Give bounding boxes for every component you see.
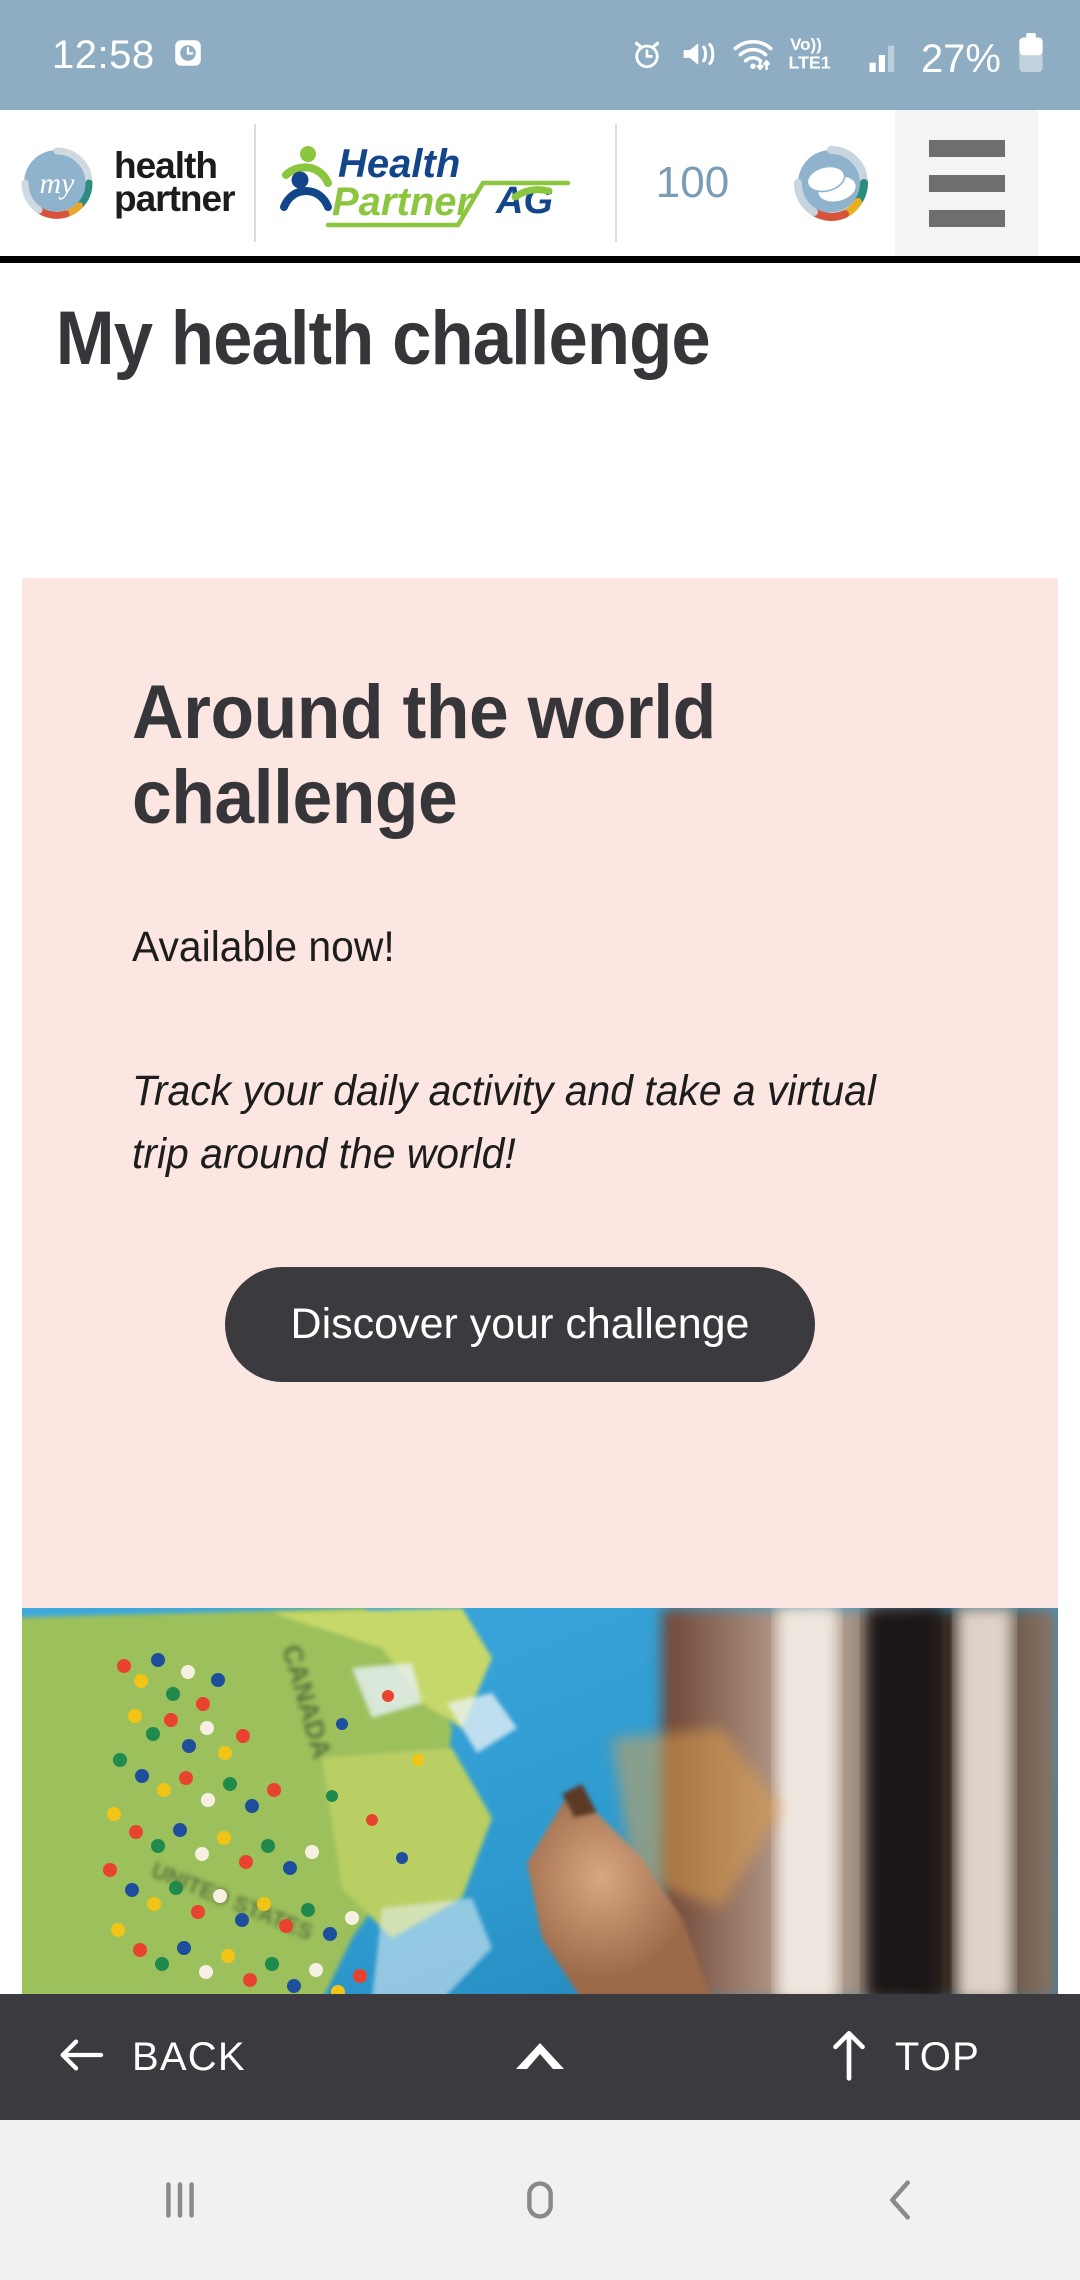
challenge-card-body: Around the world challenge Available now…: [22, 578, 1058, 1383]
toolbar-back-button[interactable]: BACK: [56, 2035, 246, 2080]
world-map-pins-image: CANADA UNITED STATES: [22, 1608, 1058, 2000]
home-icon: [527, 2181, 553, 2219]
status-bar-left: 12:58: [52, 35, 205, 75]
hamburger-bar-2: [928, 174, 1005, 192]
recents-icon: [166, 2182, 194, 2218]
android-home-button[interactable]: [440, 2140, 640, 2260]
brand-my-line2: partner: [114, 178, 235, 219]
svg-text:LTE1: LTE1: [788, 52, 830, 72]
mute-vibrate-icon: [679, 34, 719, 79]
menu-button[interactable]: [895, 110, 1039, 256]
android-navigation-bar: [0, 2120, 1080, 2280]
discover-challenge-button[interactable]: Discover your challenge: [224, 1267, 816, 1383]
challenge-heading: Around the world challenge: [132, 670, 716, 841]
page-title: My health challenge: [55, 296, 711, 381]
android-back-button[interactable]: [800, 2140, 1000, 2260]
my-circle-icon: my: [18, 144, 96, 222]
battery-percent-label: 27%: [920, 36, 1001, 81]
toolbar-back-label: BACK: [132, 2035, 246, 2079]
points-balance[interactable]: 100: [617, 110, 767, 256]
page-toolbar: BACK TOP: [0, 1994, 1080, 2120]
volte-icon: Vo)) LTE1: [787, 32, 855, 79]
toolbar-top-button[interactable]: TOP: [829, 2028, 980, 2087]
android-recents-button[interactable]: [80, 2140, 280, 2260]
challenge-cta-wrapper: Discover your challenge: [132, 1267, 948, 1383]
challenge-description: Track your daily activity and take a vir…: [132, 1066, 876, 1179]
arrow-left-icon: [56, 2035, 106, 2080]
brand-logo-health-partner-ag[interactable]: Health Partner AG: [256, 110, 615, 256]
points-badge-button[interactable]: [767, 110, 895, 256]
challenge-photo: CANADA UNITED STATES: [22, 1608, 1058, 2000]
svg-text:my: my: [40, 167, 76, 200]
signal-bars-icon: [868, 36, 902, 79]
svg-text:AG: AG: [495, 180, 553, 222]
brand-logo-my-health-partner[interactable]: my health partner: [0, 110, 254, 256]
alarm-widget-icon: [171, 36, 205, 75]
challenge-availability: Available now!: [132, 923, 395, 972]
coins-badge-icon: [794, 146, 869, 221]
phone-screen: 12:58 Vo)) LTE1 27% my health partner He…: [0, 0, 1080, 2280]
brand-my-wordmark: health partner: [114, 147, 235, 217]
alarm-clock-icon: [628, 34, 666, 79]
chevron-up-icon: [508, 2031, 572, 2084]
hamburger-bar-3: [928, 209, 1005, 227]
status-bar-clock: 12:58: [52, 33, 155, 77]
battery-icon: [1016, 32, 1046, 79]
health-partner-ag-logo-icon: Health Partner AG: [280, 142, 571, 228]
wifi-icon: [732, 34, 774, 79]
status-bar: 12:58 Vo)) LTE1 27%: [0, 0, 1080, 110]
back-chevron-icon: [890, 2180, 910, 2220]
status-bar-right: Vo)) LTE1 27%: [628, 32, 1046, 79]
toolbar-scroll-up-button[interactable]: [508, 2031, 572, 2084]
challenge-card: Around the world challenge Available now…: [22, 578, 1058, 1608]
hamburger-bar-1: [928, 139, 1005, 157]
toolbar-top-label: TOP: [894, 2035, 980, 2079]
svg-text:Partner: Partner: [332, 180, 474, 224]
arrow-up-icon: [829, 2028, 869, 2087]
svg-text:Vo)): Vo)): [790, 34, 822, 53]
site-header: my health partner Health Partner AG 100: [0, 110, 1080, 263]
